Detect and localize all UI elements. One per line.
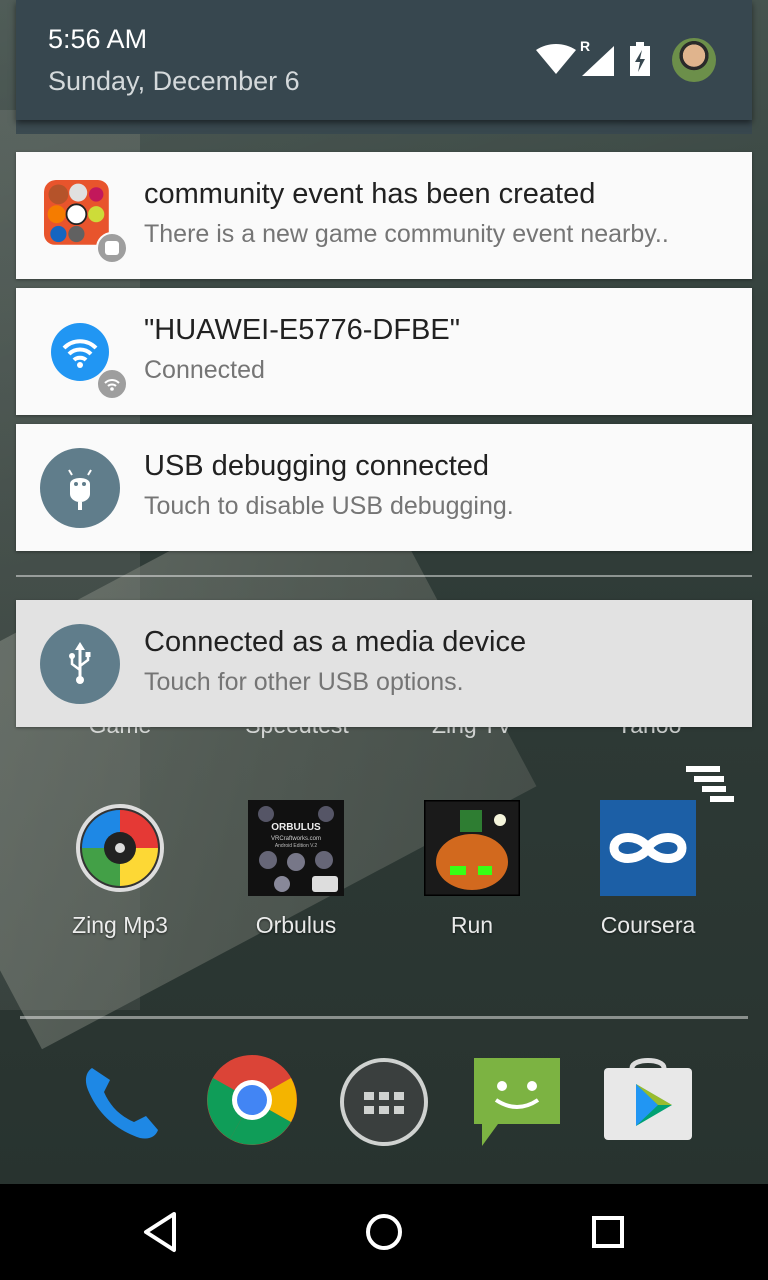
- orbulus-icon-subtext: VRCraftworks.com: [271, 836, 321, 842]
- coursera-icon: [600, 800, 696, 896]
- dock-divider: [20, 1016, 748, 1019]
- app-label: Orbulus: [255, 912, 337, 938]
- wifi-icon: [536, 44, 576, 74]
- phone-icon[interactable]: [70, 1050, 170, 1150]
- back-button[interactable]: [130, 1204, 190, 1260]
- notification-text: Touch to disable USB debugging.: [144, 492, 514, 520]
- notification-title: USB debugging connected: [144, 450, 490, 482]
- wifi-small-icon: [96, 368, 128, 400]
- chrome-icon[interactable]: [202, 1050, 302, 1150]
- navigation-bar: [0, 1184, 768, 1280]
- run-game-icon: [424, 800, 520, 896]
- app-orbulus[interactable]: ORBULUS VRCraftworks.com Android Edition…: [208, 800, 384, 950]
- avatar[interactable]: [672, 38, 716, 82]
- notification-title: community event has been created: [144, 178, 596, 210]
- dock: [0, 1050, 768, 1160]
- orbulus-icon: ORBULUS VRCraftworks.com Android Edition…: [248, 800, 344, 896]
- notification-usb-media[interactable]: Connected as a media device Touch for ot…: [16, 600, 752, 727]
- app-drawer-icon[interactable]: [334, 1050, 434, 1150]
- status-icons: R: [536, 38, 716, 84]
- date[interactable]: Sunday, December 6: [48, 66, 300, 97]
- notification-text: Connected: [144, 356, 265, 384]
- notification-usb-debugging[interactable]: USB debugging connected Touch to disable…: [16, 424, 752, 551]
- notification-title: Connected as a media device: [144, 626, 527, 658]
- play-store-icon[interactable]: [598, 1050, 698, 1150]
- home-button[interactable]: [354, 1204, 414, 1260]
- app-row: Zing Mp3 ORBULUS VRCraftworks.com Androi…: [0, 800, 768, 950]
- notification-wifi[interactable]: "HUAWEI-E5776-DFBE" Connected: [16, 288, 752, 415]
- notification-title: "HUAWEI-E5776-DFBE": [144, 314, 461, 346]
- app-label: Run: [450, 912, 494, 938]
- messaging-icon[interactable]: [468, 1050, 568, 1150]
- notification-text: Touch for other USB options.: [144, 668, 464, 696]
- cell-signal-icon: [582, 46, 614, 76]
- recents-button[interactable]: [578, 1204, 638, 1260]
- orbulus-icon-text: ORBULUS: [271, 822, 321, 833]
- ongoing-divider: [16, 575, 752, 577]
- app-label: Zing Mp3: [72, 912, 168, 938]
- usb-icon: [40, 624, 120, 704]
- notification-text: There is a new game community event near…: [144, 220, 669, 248]
- notification-game-event[interactable]: community event has been created There i…: [16, 152, 752, 279]
- battery-charging-icon: [630, 42, 650, 76]
- app-zing-mp3[interactable]: Zing Mp3: [32, 800, 208, 950]
- app-coursera[interactable]: Coursera: [560, 800, 736, 950]
- android-debug-icon: [40, 448, 120, 528]
- shade-header: 5:56 AM Sunday, December 6 R: [16, 0, 752, 120]
- shade-bottom-strip: [16, 120, 752, 134]
- orbulus-icon-subtext: Android Edition V.2: [275, 843, 318, 849]
- clock[interactable]: 5:56 AM: [48, 24, 147, 55]
- zing-mp3-icon: [76, 804, 164, 892]
- app-label: Coursera: [600, 912, 696, 938]
- app-run[interactable]: Run: [384, 800, 560, 950]
- small-app-icon: [96, 232, 128, 264]
